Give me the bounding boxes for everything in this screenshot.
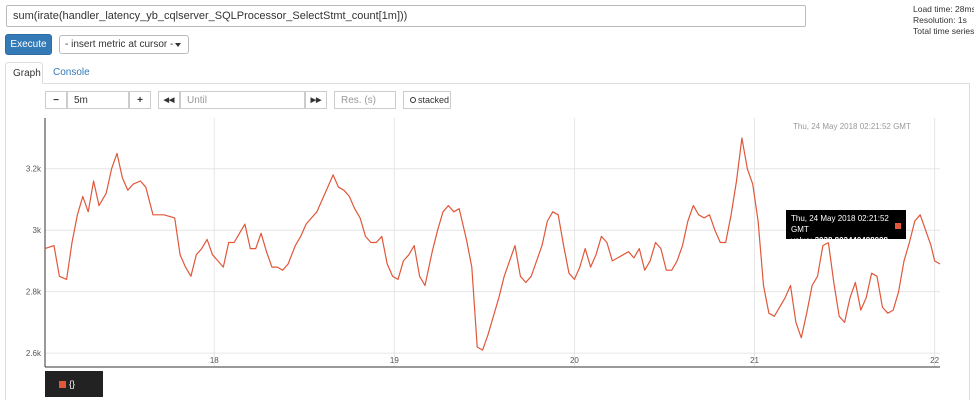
tooltip-value: 3038.802440488098 (814, 236, 889, 245)
hover-timestamp: Thu, 24 May 2018 02:21:52 GMT (793, 122, 911, 131)
y-tick-label: 2.8k (26, 288, 42, 297)
y-tick-label: 3k (33, 226, 42, 235)
hover-tooltip: Thu, 24 May 2018 02:21:52 GMT value: 303… (786, 210, 906, 245)
tooltip-value-label: value: (791, 236, 813, 245)
x-tick-label: 22 (930, 356, 939, 365)
x-tick-label: 20 (570, 356, 579, 365)
x-tick-label: 18 (210, 356, 219, 365)
tooltip-value-row: value: 3038.802440488098 (791, 235, 901, 246)
legend-swatch (59, 380, 66, 388)
tooltip-date: Thu, 24 May 2018 02:21:52 GMT (791, 214, 889, 234)
x-tick-label: 21 (750, 356, 759, 365)
series-legend[interactable]: {} (45, 371, 103, 397)
y-tick-label: 2.6k (26, 349, 42, 358)
time-series-chart[interactable]: 3.2k 3k 2.8k 2.6k 18 19 20 21 22 (0, 0, 974, 400)
x-tick-label: 19 (390, 356, 399, 365)
y-tick-label: 3.2k (26, 165, 42, 174)
tooltip-swatch (895, 223, 901, 229)
legend-label: {} (69, 379, 76, 389)
